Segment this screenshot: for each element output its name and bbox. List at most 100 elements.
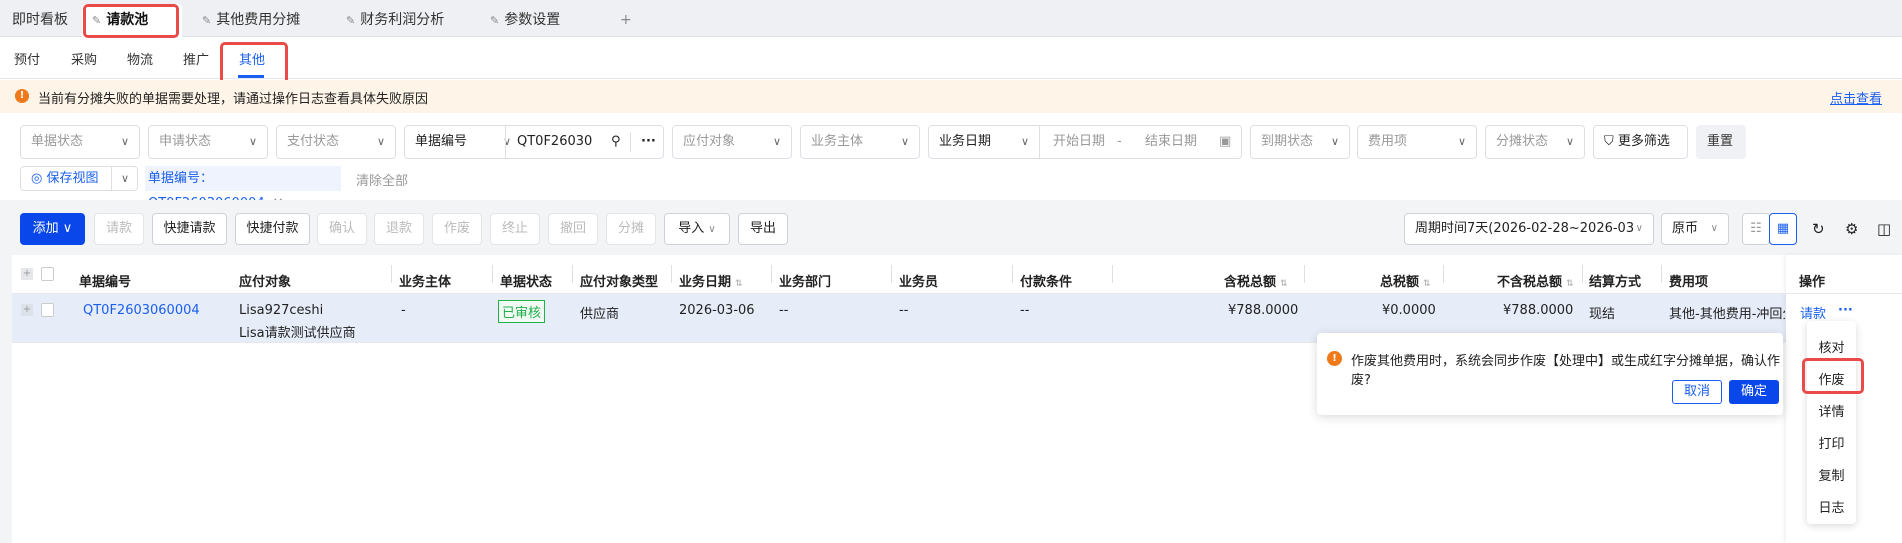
subtab-prepay[interactable]: 预付 xyxy=(14,49,40,68)
tab-label: 其他费用分摊 xyxy=(216,12,301,28)
request-button[interactable]: 请款 xyxy=(94,213,144,245)
due-status-select[interactable]: 到期状态 ∨ xyxy=(1250,125,1350,159)
highlight-box xyxy=(83,4,179,38)
subtab-logistics[interactable]: 物流 xyxy=(127,49,153,68)
menu-item-log[interactable]: 日志 xyxy=(1807,497,1856,516)
subtab-promotion[interactable]: 推广 xyxy=(183,49,209,68)
more-icon[interactable]: ··· xyxy=(641,126,656,158)
expand-row-icon[interactable]: + xyxy=(21,304,33,316)
fee-item-select[interactable]: 费用项 ∨ xyxy=(1357,125,1477,159)
warning-icon: ! xyxy=(1327,351,1342,366)
entity-select[interactable]: 业务主体 ∨ xyxy=(800,125,920,159)
staff-value: -- xyxy=(899,303,909,318)
export-button[interactable]: 导出 xyxy=(738,213,788,245)
cancel-button[interactable]: 取消 xyxy=(1672,380,1722,404)
refresh-icon[interactable]: ↻ xyxy=(1812,220,1825,238)
payee-code: Lisa927ceshi xyxy=(239,303,324,318)
col-gross[interactable]: 含税总额 ⇅ xyxy=(1224,271,1288,290)
net-value: ¥788.0000 xyxy=(1503,303,1574,318)
chevron-down-icon: ∨ xyxy=(772,135,781,148)
doc-no-search[interactable]: 单据编号 ∨ QT0F26030 ⚲ ··· xyxy=(404,125,664,159)
refund-button[interactable]: 退款 xyxy=(374,213,424,245)
grid-view-icon[interactable]: ▦ xyxy=(1769,213,1797,245)
more-actions-icon[interactable]: ··· xyxy=(1838,303,1853,318)
col-net[interactable]: 不含税总额 ⇅ xyxy=(1497,271,1574,290)
columns-icon[interactable]: ◫ xyxy=(1877,220,1891,238)
pin-icon: ✎ xyxy=(202,14,212,27)
col-settle: 结算方式 xyxy=(1589,275,1642,290)
doc-no-input[interactable]: QT0F26030 xyxy=(517,126,592,158)
calendar-icon: ▣ xyxy=(1219,134,1232,149)
list-view-icon[interactable]: ☷ xyxy=(1742,213,1770,245)
reset-button[interactable]: 重置 xyxy=(1696,125,1746,159)
col-staff: 业务员 xyxy=(899,275,939,290)
payee-select[interactable]: 应付对象 ∨ xyxy=(672,125,792,159)
add-tab-button[interactable]: + xyxy=(610,4,642,37)
search-field-select[interactable]: 单据编号 xyxy=(415,126,467,158)
col-fee: 费用项 xyxy=(1669,275,1709,290)
save-view-button[interactable]: ◎ 保存视图 ∨ xyxy=(20,166,138,191)
warning-banner: ! 当前有分摊失败的单据需要处理，请通过操作日志查看具体失败原因 点击查看 xyxy=(0,80,1902,113)
void-button[interactable]: 作废 xyxy=(432,213,482,245)
chevron-down-icon: ∨ xyxy=(1457,135,1466,148)
sort-icon: ⇅ xyxy=(1423,279,1431,289)
tab-dashboard[interactable]: 即时看板 xyxy=(2,4,78,37)
gear-icon[interactable]: ⚙ xyxy=(1845,220,1858,238)
allocate-button[interactable]: 分摊 xyxy=(606,213,656,245)
subtab-purchase[interactable]: 采购 xyxy=(71,49,97,68)
row-request-link[interactable]: 请款 xyxy=(1800,303,1826,322)
search-icon[interactable]: ⚲ xyxy=(611,126,621,158)
actions-dropdown: 核对 作废 详情 打印 复制 日志 xyxy=(1807,321,1856,524)
quick-request-button[interactable]: 快捷请款 xyxy=(152,213,227,245)
entity-value: - xyxy=(401,303,406,318)
import-button[interactable]: 导入 ∨ xyxy=(664,213,730,245)
doc-status-select[interactable]: 单据状态 ∨ xyxy=(20,125,140,159)
date-range-filter[interactable]: 业务日期 ∨ 开始日期 - 结束日期 ▣ xyxy=(928,125,1242,159)
tab-settings[interactable]: ✎ 参数设置 xyxy=(480,4,570,37)
start-date-input[interactable]: 开始日期 xyxy=(1053,126,1105,158)
menu-item-copy[interactable]: 复制 xyxy=(1807,465,1856,484)
end-date-input[interactable]: 结束日期 xyxy=(1145,126,1197,158)
more-filters-button[interactable]: ⛉ 更多筛选 xyxy=(1593,125,1688,159)
col-status: 单据状态 xyxy=(500,275,553,290)
banner-text: 当前有分摊失败的单据需要处理，请通过操作日志查看具体失败原因 xyxy=(38,92,429,107)
menu-item-details[interactable]: 详情 xyxy=(1807,401,1856,420)
chevron-down-icon: ∨ xyxy=(900,135,909,148)
terms-value: -- xyxy=(1020,303,1030,318)
sort-icon: ⇅ xyxy=(735,279,743,289)
withdraw-button[interactable]: 撤回 xyxy=(548,213,598,245)
apply-status-select[interactable]: 申请状态 ∨ xyxy=(148,125,268,159)
top-tab-bar: 即时看板 ✎ 请款池 ✎ 其他费用分摊 ✎ 财务利润分析 ✎ 参数设置 + xyxy=(0,0,1902,37)
menu-item-print[interactable]: 打印 xyxy=(1807,433,1856,452)
period-select[interactable]: 周期时间7天(2026-02-28~2026-03 ∨ xyxy=(1404,213,1654,245)
highlight-box xyxy=(1802,358,1864,394)
col-date[interactable]: 业务日期 ⇅ xyxy=(679,271,743,290)
menu-item-verify[interactable]: 核对 xyxy=(1807,337,1856,356)
doc-no-link[interactable]: QT0F2603060004 xyxy=(83,303,200,318)
payee-name: Lisa请款测试供应商 xyxy=(239,326,356,341)
chevron-down-icon: ∨ xyxy=(120,172,129,185)
chevron-down-icon: ∨ xyxy=(248,135,257,148)
select-all-checkbox[interactable] xyxy=(41,267,54,281)
add-button[interactable]: 添加 ∨ xyxy=(20,213,85,245)
expand-all-icon[interactable]: + xyxy=(21,268,33,280)
pay-status-select[interactable]: 支付状态 ∨ xyxy=(276,125,396,159)
clear-all-link[interactable]: 清除全部 xyxy=(356,170,408,189)
quick-pay-button[interactable]: 快捷付款 xyxy=(235,213,310,245)
date-field-select[interactable]: 业务日期 xyxy=(939,126,991,158)
eye-icon: ◎ xyxy=(31,171,47,186)
col-payee: 应付对象 xyxy=(239,275,292,290)
confirm-button[interactable]: 确认 xyxy=(317,213,367,245)
pin-icon: ✎ xyxy=(490,14,500,27)
currency-select[interactable]: 原币 ∨ xyxy=(1661,213,1729,245)
row-checkbox[interactable] xyxy=(41,303,54,317)
tab-other-fee-allocation[interactable]: ✎ 其他费用分摊 xyxy=(192,4,310,37)
tab-profit-analysis[interactable]: ✎ 财务利润分析 xyxy=(336,4,454,37)
col-dept: 业务部门 xyxy=(779,275,832,290)
col-tax[interactable]: 总税额 ⇅ xyxy=(1380,271,1431,290)
sort-icon: ⇅ xyxy=(1280,279,1288,289)
alloc-status-select[interactable]: 分摊状态 ∨ xyxy=(1485,125,1585,159)
ok-button[interactable]: 确定 xyxy=(1729,380,1779,404)
view-details-link[interactable]: 点击查看 xyxy=(1830,88,1882,107)
terminate-button[interactable]: 终止 xyxy=(490,213,540,245)
